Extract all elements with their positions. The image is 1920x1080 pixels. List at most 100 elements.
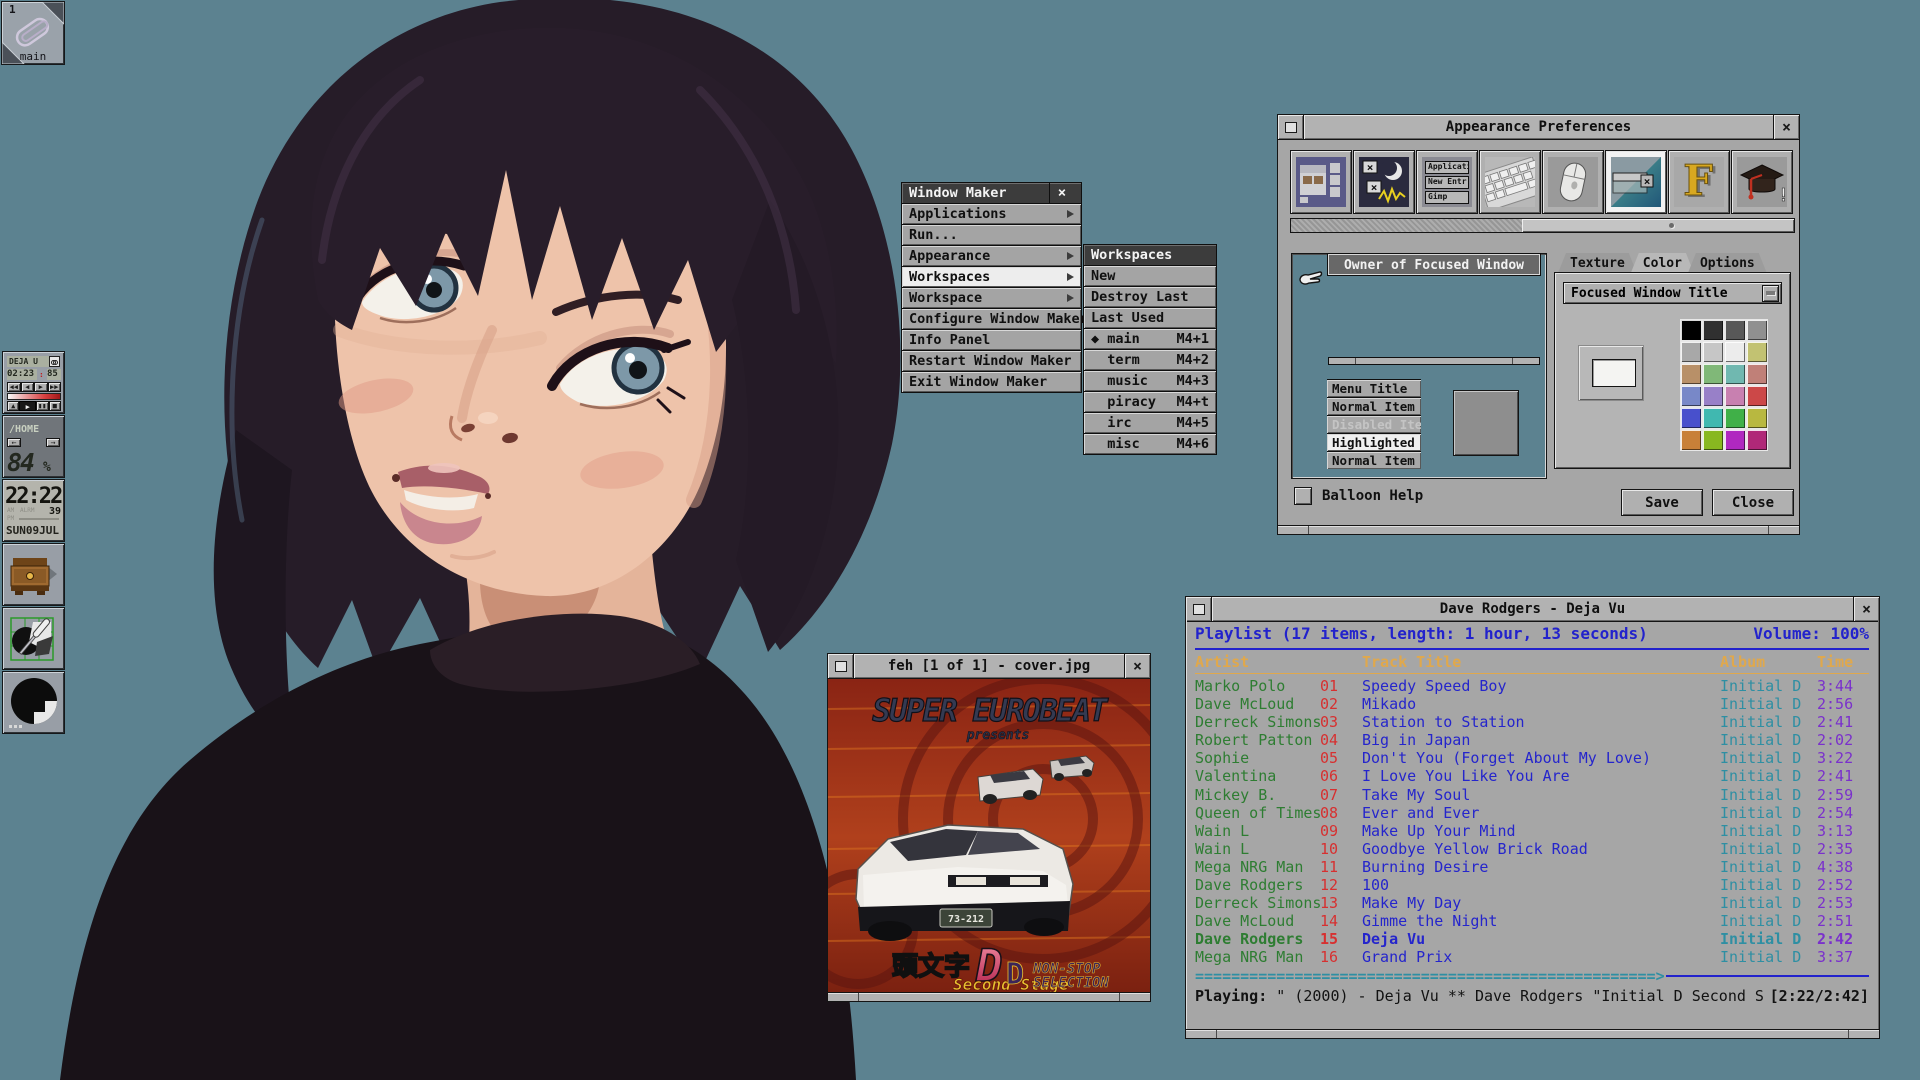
prefs-tab[interactable]: Texture: [1558, 253, 1637, 273]
toolbar-scrollbar-thumb[interactable]: [1522, 219, 1794, 232]
column-album[interactable]: Album: [1720, 653, 1817, 672]
sound-events-icon[interactable]: × ×: [1353, 150, 1415, 214]
close-button[interactable]: ×: [1773, 115, 1799, 139]
playlist-row[interactable]: Sophie 05 Don't You (Forget About My Lov…: [1195, 749, 1869, 767]
close-button[interactable]: Close: [1712, 489, 1794, 516]
disk-right-arrow-icon[interactable]: →: [46, 438, 60, 447]
feh-titlebar[interactable]: feh [1 of 1] - cover.jpg ×: [828, 654, 1150, 679]
palette-swatch[interactable]: [1681, 386, 1701, 406]
disk-left-arrow-icon[interactable]: ←: [7, 438, 21, 447]
palette-swatch[interactable]: [1681, 408, 1701, 428]
miniaturize-button[interactable]: [828, 654, 854, 678]
root-menu-title[interactable]: Window Maker ×: [902, 183, 1081, 203]
palette-swatch[interactable]: [1725, 430, 1745, 450]
playlist-row[interactable]: Queen of Times 08 Ever and Ever Initial …: [1195, 804, 1869, 822]
playlist-row[interactable]: Mega NRG Man 16 Grand Prix Initial D 3:3…: [1195, 948, 1869, 966]
dockapp-music-player[interactable]: DEJA U 02:23 : 85 ◀◀ ◀ ▶ ▶▶ ▲ ▶ ▮▮ ■: [2, 351, 65, 414]
playlist-row[interactable]: Dave Rodgers 15 Deja Vu Initial D 2:42: [1195, 930, 1869, 948]
palette-swatch[interactable]: [1703, 364, 1723, 384]
playlist-row[interactable]: Dave McLoud 02 Mikado Initial D 2:56: [1195, 695, 1869, 713]
font-icon[interactable]: F F: [1668, 150, 1730, 214]
playlist-row[interactable]: Dave Rodgers 12 100 Initial D 2:52: [1195, 876, 1869, 894]
workspaces-menu-item[interactable]: misc M4+6: [1084, 434, 1216, 454]
playlist-row[interactable]: Robert Patton 04 Big in Japan Initial D …: [1195, 731, 1869, 749]
appearance-icon[interactable]: ×: [1605, 150, 1667, 214]
desktop[interactable]: { "desktop": { "bg": "#5c8290" }, "clip"…: [0, 0, 1920, 1080]
track-progress[interactable]: ========================================…: [1195, 968, 1869, 984]
palette-swatch[interactable]: [1725, 342, 1745, 362]
workspaces-menu-item[interactable]: music M4+3: [1084, 371, 1216, 391]
workspaces-menu-item[interactable]: ◆ main M4+1: [1084, 329, 1216, 349]
playlist-row[interactable]: Marko Polo 01 Speedy Speed Boy Initial D…: [1195, 677, 1869, 695]
preview-menu-item[interactable]: Normal Item: [1327, 398, 1421, 415]
prefs-tab[interactable]: Options: [1688, 253, 1767, 273]
menu-close-icon[interactable]: ×: [1049, 183, 1074, 203]
palette-swatch[interactable]: [1681, 364, 1701, 384]
root-menu-item[interactable]: Run...: [902, 225, 1081, 245]
palette-swatch[interactable]: [1747, 408, 1767, 428]
palette-swatch[interactable]: [1725, 364, 1745, 384]
workspaces-menu-item[interactable]: New: [1084, 266, 1216, 286]
workspaces-menu-item[interactable]: Destroy Last: [1084, 287, 1216, 307]
palette-swatch[interactable]: [1747, 430, 1767, 450]
palette-swatch[interactable]: [1747, 386, 1767, 406]
playlist-row[interactable]: Derreck Simons 03 Station to Station Ini…: [1195, 713, 1869, 731]
preview-menu-item[interactable]: Menu Title: [1327, 380, 1421, 397]
palette-swatch[interactable]: [1703, 430, 1723, 450]
column-time[interactable]: Time: [1817, 653, 1869, 672]
workspaces-menu-item[interactable]: Last Used: [1084, 308, 1216, 328]
window-preferences-icon[interactable]: [1290, 150, 1352, 214]
playlist-row[interactable]: Valentina 06 I Love You Like You Are Ini…: [1195, 767, 1869, 785]
dockapp-clock[interactable]: 22:22 39 AM ALRM PM SUN09JUL: [2, 479, 65, 542]
playlist-row[interactable]: Wain L 09 Make Up Your Mind Initial D 3:…: [1195, 822, 1869, 840]
workspaces-menu-item[interactable]: irc M4+5: [1084, 413, 1216, 433]
save-button[interactable]: Save: [1621, 489, 1703, 516]
music-progress-bar[interactable]: [7, 393, 61, 400]
dockapp-shader[interactable]: [2, 671, 65, 734]
keyboard-icon[interactable]: [1479, 150, 1541, 214]
close-button[interactable]: ×: [1853, 597, 1879, 621]
palette-swatch[interactable]: [1681, 320, 1701, 340]
root-menu-item[interactable]: Workspaces: [902, 267, 1081, 287]
dockapp-disk-monitor[interactable]: /HOME ← → 84 %: [2, 415, 65, 478]
palette-swatch[interactable]: [1703, 408, 1723, 428]
palette-swatch[interactable]: [1747, 320, 1767, 340]
prefs-titlebar[interactable]: Appearance Preferences ×: [1278, 115, 1799, 140]
palette-swatch[interactable]: [1725, 386, 1745, 406]
palette-swatch[interactable]: [1681, 430, 1701, 450]
palette-swatch[interactable]: [1725, 408, 1745, 428]
palette-swatch[interactable]: [1725, 320, 1745, 340]
root-menu-item[interactable]: Workspace: [902, 288, 1081, 308]
playlist-row[interactable]: Mickey B. 07 Take My Soul Initial D 2:59: [1195, 786, 1869, 804]
palette-swatch[interactable]: [1681, 342, 1701, 362]
palette-swatch[interactable]: [1747, 342, 1767, 362]
workspaces-menu-title[interactable]: Workspaces: [1084, 245, 1216, 265]
workspace-clip[interactable]: 1 main: [1, 1, 65, 65]
root-menu-item[interactable]: Exit Window Maker: [902, 372, 1081, 392]
dropdown-button-icon[interactable]: [1762, 285, 1779, 302]
playlist-row[interactable]: Mega NRG Man 11 Burning Desire Initial D…: [1195, 858, 1869, 876]
dockapp-drawer[interactable]: [2, 543, 65, 606]
music-seek-buttons[interactable]: ◀◀ ◀ ▶ ▶▶: [7, 382, 61, 392]
miniaturize-button[interactable]: [1278, 115, 1304, 139]
preview-menu-item[interactable]: Disabled Item: [1327, 416, 1421, 433]
root-menu-item[interactable]: Appearance: [902, 246, 1081, 266]
palette-swatch[interactable]: [1747, 364, 1767, 384]
root-menu-item[interactable]: Configure Window Maker: [902, 309, 1081, 329]
miniaturize-button[interactable]: [1186, 597, 1212, 621]
palette-swatch[interactable]: [1703, 320, 1723, 340]
playlist-row[interactable]: Dave McLoud 14 Gimme the Night Initial D…: [1195, 912, 1869, 930]
player-titlebar[interactable]: Dave Rodgers - Deja Vu ×: [1186, 597, 1879, 622]
playlist-row[interactable]: Wain L 10 Goodbye Yellow Brick Road Init…: [1195, 840, 1869, 858]
mouse-icon[interactable]: [1542, 150, 1604, 214]
root-menu-item[interactable]: Applications: [902, 204, 1081, 224]
music-transport-buttons[interactable]: ▲ ▶ ▮▮ ■: [7, 401, 61, 411]
toolbar-scrollbar[interactable]: [1290, 218, 1795, 233]
column-title[interactable]: Track Title: [1362, 653, 1720, 672]
feh-resizebar[interactable]: [828, 992, 1150, 1001]
prefs-resizebar[interactable]: [1278, 525, 1799, 534]
prefs-tab[interactable]: Color: [1631, 253, 1694, 273]
playlist-row[interactable]: Derreck Simons 13 Make My Day Initial D …: [1195, 894, 1869, 912]
workspaces-menu-item[interactable]: term M4+2: [1084, 350, 1216, 370]
root-menu-item[interactable]: Restart Window Maker: [902, 351, 1081, 371]
